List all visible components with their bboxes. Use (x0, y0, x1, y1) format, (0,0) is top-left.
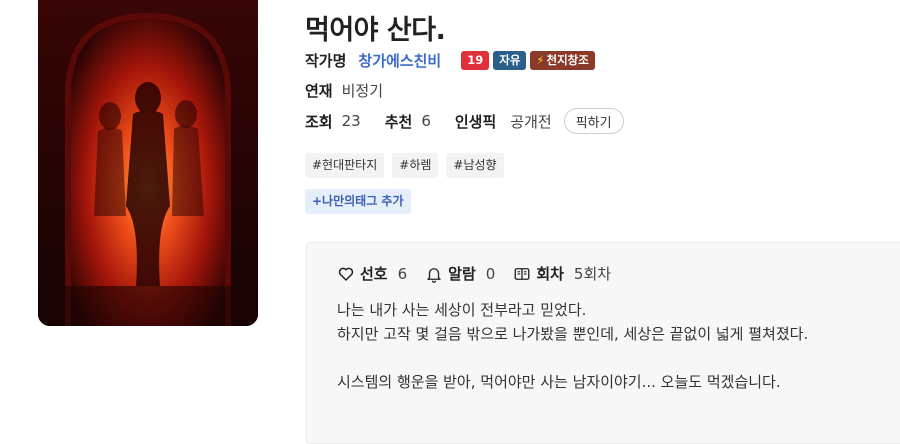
tag-list: #현대판타지 #하렘 #남성향 (305, 153, 504, 178)
synopsis: 나는 내가 사는 세상이 전부라고 믿었다. 하지만 고작 몇 걸음 밖으로 나… (337, 298, 808, 394)
cover-artwork (38, 0, 258, 326)
contest-badge-label: 천지창조 (546, 52, 589, 67)
episodes-label: 회차 (536, 265, 564, 283)
bell-icon (427, 267, 441, 283)
age-rating-badge: 19 (461, 50, 490, 70)
recommend-label: 추천 (384, 112, 413, 131)
book-icon (514, 267, 530, 280)
page-title: 먹어야 산다. (305, 15, 446, 46)
likes-stat[interactable]: 선호 6 (337, 263, 407, 284)
likes-count: 6 (397, 264, 408, 283)
free-badge: 자유 (493, 50, 527, 70)
serial-label: 연재 (305, 81, 333, 100)
author-link[interactable]: 창가에스친비 (358, 50, 441, 71)
synopsis-line: 하지만 고작 몇 걸음 밖으로 나가봤을 뿐인데, 세상은 끝없이 넓게 펼쳐졌… (337, 325, 809, 343)
life-pick-label: 인생픽 (454, 112, 497, 131)
stats-row: 조회 23 추천 6 인생픽 공개전 픽하기 (305, 108, 624, 134)
panel-stats: 선호 6 알람 0 회차 5회차 (337, 263, 629, 284)
views-count: 23 (341, 112, 361, 130)
tag-item[interactable]: #하렘 (392, 153, 439, 178)
tag-item[interactable]: #현대판타지 (305, 153, 385, 178)
serial-value: 비정기 (341, 81, 384, 100)
lightning-icon: ⚡ (536, 52, 545, 67)
alarm-label: 알람 (448, 265, 476, 283)
synopsis-line: 시스템의 행운을 받아, 먹어야만 사는 남자이야기... 오늘도 먹겠습니다. (337, 373, 781, 391)
pick-button[interactable]: 픽하기 (563, 108, 624, 134)
author-label: 작가명 (305, 51, 347, 70)
tag-item[interactable]: #남성향 (446, 153, 504, 178)
alarm-count: 0 (485, 264, 496, 283)
add-tag-button[interactable]: +나만의태그 추가 (305, 189, 411, 214)
life-pick-value: 공개전 (510, 112, 552, 131)
alarm-stat[interactable]: 알람 0 (425, 263, 495, 284)
contest-badge: ⚡ 천지창조 (530, 50, 595, 70)
heart-icon (338, 267, 354, 281)
views-label: 조회 (305, 112, 333, 131)
author-row: 작가명 창가에스친비 19 자유 ⚡ 천지창조 (305, 50, 595, 70)
info-panel: 선호 6 알람 0 회차 5회차 나는 내가 사는 세상이 전부라고 믿었다. … (306, 242, 900, 444)
synopsis-line: 나는 내가 사는 세상이 전부라고 믿었다. (337, 301, 587, 319)
episodes-count: 5회차 (573, 265, 612, 283)
likes-label: 선호 (360, 265, 388, 283)
serial-row: 연재 비정기 (305, 80, 383, 100)
cover-image (38, 0, 258, 326)
recommend-count: 6 (421, 112, 431, 130)
episodes-stat[interactable]: 회차 5회차 (513, 263, 611, 284)
